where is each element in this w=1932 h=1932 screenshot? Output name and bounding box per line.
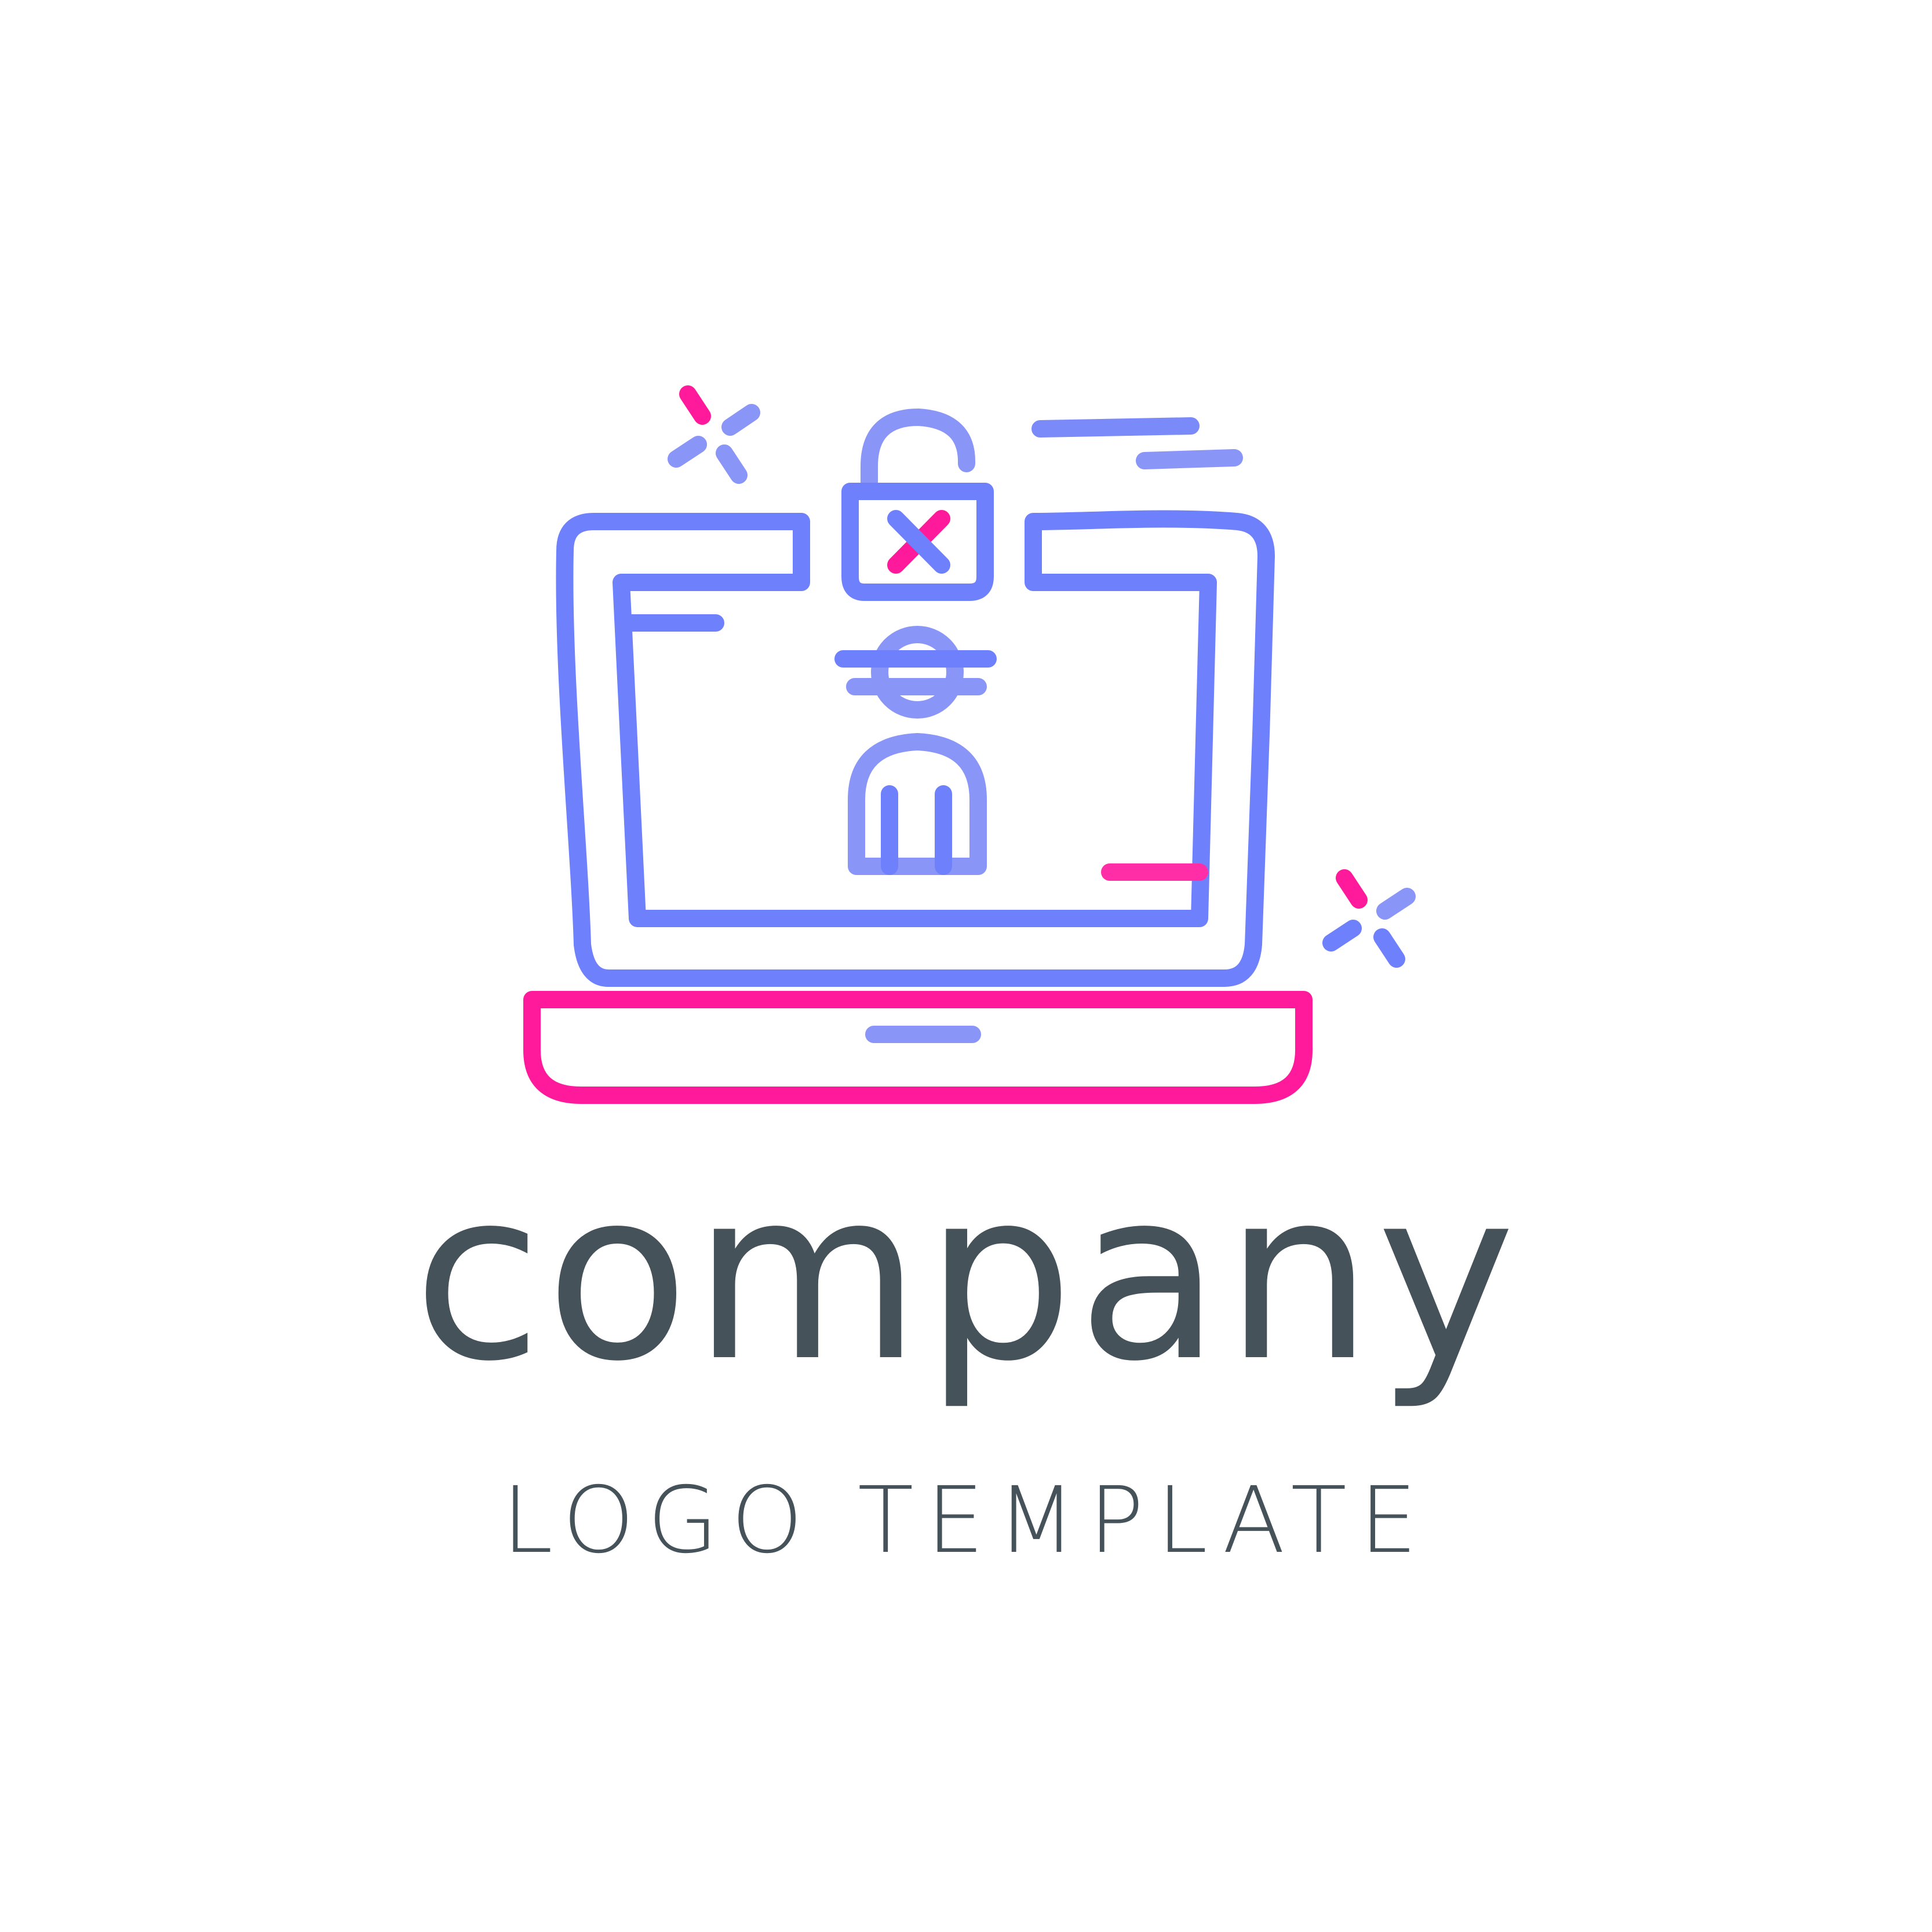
company-name: company — [413, 1139, 1519, 1413]
sparkle-right-icon — [1322, 869, 1416, 968]
laptop-base — [523, 991, 1313, 1104]
sparkle-top-left-icon — [668, 385, 760, 484]
speed-line-1 — [1031, 417, 1200, 438]
tagline: LOGO TEMPLATE — [502, 1467, 1430, 1574]
laptop-hacker-padlock-icon — [523, 385, 1416, 1104]
hacker-head — [871, 626, 964, 719]
speed-line-2 — [1136, 449, 1243, 469]
padlock-shackle-icon — [861, 409, 976, 500]
hacker-body — [848, 733, 987, 875]
logo-canvas: company LOGO TEMPLATE — [0, 0, 1932, 1932]
